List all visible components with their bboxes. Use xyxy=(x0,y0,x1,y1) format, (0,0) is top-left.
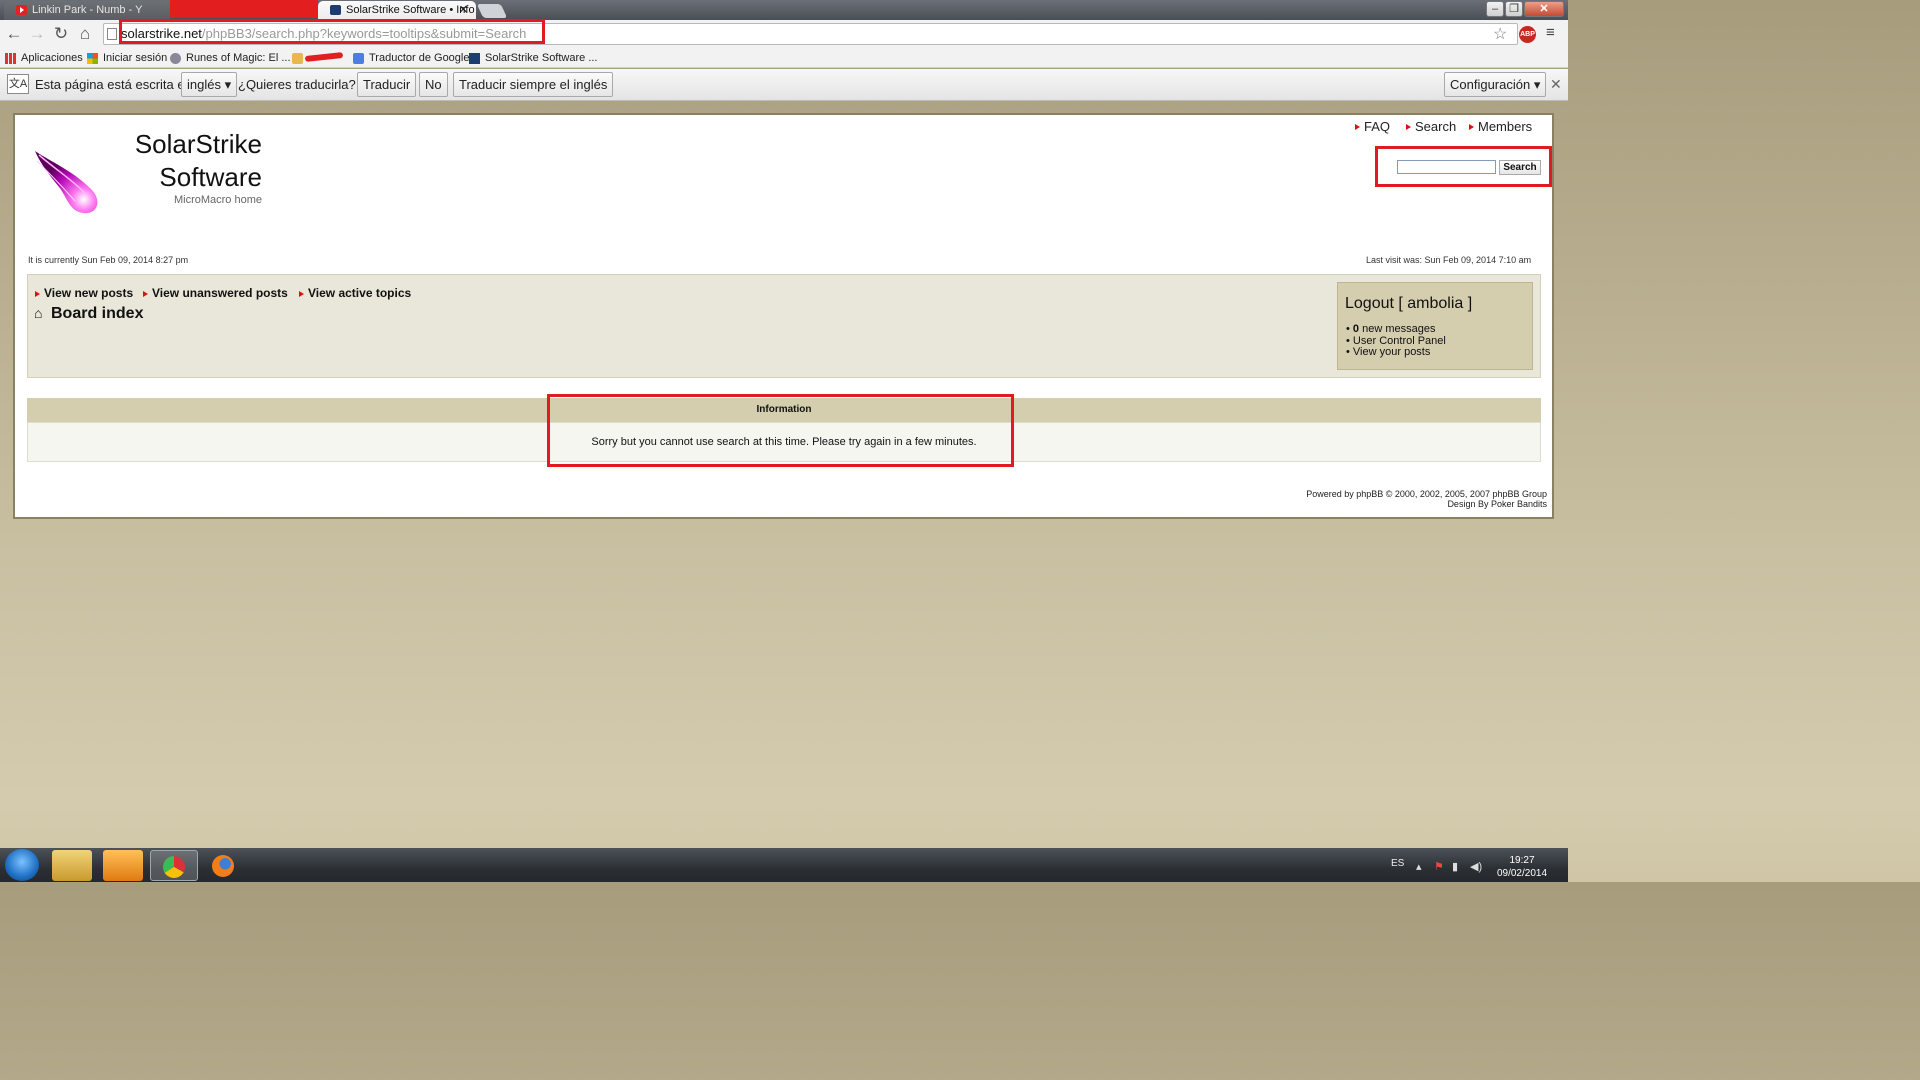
microsoft-icon xyxy=(87,53,98,64)
start-button[interactable] xyxy=(5,849,39,881)
new-messages-link[interactable]: • 0 new messages xyxy=(1346,323,1435,335)
board-index-label: Board index xyxy=(51,305,144,322)
bookmark-label: Aplicaciones xyxy=(21,52,83,64)
apps-grid-icon xyxy=(5,53,16,64)
faq-link[interactable]: FAQ xyxy=(1355,119,1390,134)
board-index-link[interactable]: ⌂ Board index xyxy=(34,305,143,323)
search-link[interactable]: Search xyxy=(1406,119,1456,134)
chevron-down-icon: ▾ xyxy=(224,77,232,92)
firefox-icon[interactable] xyxy=(204,850,244,881)
translate-icon: 文A xyxy=(7,74,29,94)
translate-prompt: Esta página está escrita en xyxy=(35,77,192,92)
clock[interactable]: 19:27 09/02/2014 xyxy=(1493,854,1551,880)
highlight-box-information xyxy=(547,394,1014,467)
tab-title: SolarStrike Software • Info xyxy=(346,4,475,16)
site-title-line2: Software xyxy=(159,162,262,192)
bookmark-label: SolarStrike Software ... xyxy=(485,52,598,64)
translate-question: ¿Quieres traducirla? xyxy=(238,77,356,92)
view-new-posts-link[interactable]: View new posts xyxy=(35,286,133,300)
media-player-icon[interactable] xyxy=(103,850,143,881)
close-icon[interactable]: ✕ xyxy=(1550,76,1562,93)
home-icon[interactable]: ⌂ xyxy=(75,24,95,44)
solarstrike-icon xyxy=(330,5,341,15)
site-title-line1: SolarStrike xyxy=(134,129,262,159)
show-hidden-icons[interactable]: ▴ xyxy=(1416,860,1422,873)
home-icon: ⌂ xyxy=(34,305,43,321)
tab-solarstrike[interactable]: SolarStrike Software • Info ✕ xyxy=(318,1,476,20)
language-indicator[interactable]: ES xyxy=(1391,858,1404,869)
view-active-topics-link[interactable]: View active topics xyxy=(299,286,411,300)
highlight-box-url xyxy=(119,19,545,44)
bookmark-signin[interactable]: Iniciar sesión xyxy=(87,49,167,67)
new-messages-label: new messages xyxy=(1359,323,1436,335)
maximize-button[interactable]: ❐ xyxy=(1505,1,1523,17)
highlight-box-search xyxy=(1375,146,1552,187)
explorer-icon[interactable] xyxy=(52,850,92,881)
solarstrike-icon xyxy=(469,53,480,64)
bookmark-label: Runes of Magic: El ... xyxy=(186,52,291,64)
powered-by: Powered by phpBB © 2000, 2002, 2005, 200… xyxy=(1306,489,1547,499)
language-value: inglés xyxy=(187,77,221,92)
bookmark-star-icon[interactable]: ☆ xyxy=(1493,24,1507,44)
site-description: MicroMacro home xyxy=(173,194,262,206)
volume-icon[interactable]: ◀) xyxy=(1470,860,1482,873)
design-credit: Design By Poker Bandits xyxy=(1447,499,1547,509)
clock-time: 19:27 xyxy=(1509,855,1535,866)
comet-logo-icon xyxy=(35,151,98,214)
minimize-button[interactable]: – xyxy=(1486,1,1504,17)
translate-settings-button[interactable]: Configuración ▾ xyxy=(1444,72,1547,97)
current-time: It is currently Sun Feb 09, 2014 8:27 pm xyxy=(28,255,189,265)
last-visit: Last visit was: Sun Feb 09, 2014 7:10 am xyxy=(1366,255,1532,265)
folder-icon xyxy=(292,53,303,64)
close-window-button[interactable]: ✕ xyxy=(1524,1,1564,17)
translate-icon xyxy=(353,53,364,64)
network-icon[interactable]: ▮ xyxy=(1452,860,1458,873)
adblock-icon[interactable]: ABP xyxy=(1519,26,1536,43)
clock-date: 09/02/2014 xyxy=(1496,868,1548,879)
bookmark-solarstrike[interactable]: SolarStrike Software ... xyxy=(469,49,598,67)
logout-link[interactable]: Logout [ ambolia ] xyxy=(1345,295,1472,313)
page-icon xyxy=(107,28,117,40)
back-icon[interactable]: ← xyxy=(4,24,24,44)
language-select[interactable]: inglés ▾ xyxy=(181,72,238,97)
bookmark-translate[interactable]: Traductor de Google xyxy=(353,49,469,67)
chrome-icon[interactable] xyxy=(150,850,198,881)
bookmark-label: Traductor de Google xyxy=(369,52,470,64)
bookmark-apps[interactable]: Aplicaciones xyxy=(5,49,83,67)
youtube-icon xyxy=(16,5,27,15)
no-translate-button[interactable]: No xyxy=(419,72,448,97)
tab-title: Linkin Park - Numb - Y xyxy=(32,4,143,16)
always-translate-button[interactable]: Traducir siempre el inglés xyxy=(453,72,614,97)
tab-linkin-park[interactable]: Linkin Park - Numb - Y xyxy=(4,1,170,20)
view-unanswered-posts-link[interactable]: View unanswered posts xyxy=(143,286,288,300)
close-tab-icon[interactable]: ✕ xyxy=(459,1,468,19)
translate-button[interactable]: Traducir xyxy=(357,72,417,97)
tab-strip-red-mark xyxy=(170,0,318,18)
settings-label: Configuración xyxy=(1450,77,1531,92)
reload-icon[interactable]: ↻ xyxy=(51,24,71,44)
action-center-icon[interactable]: ⚑ xyxy=(1434,860,1444,873)
your-posts-label: View your posts xyxy=(1352,346,1431,358)
runes-icon xyxy=(170,53,181,64)
site-title[interactable]: SolarStrike Software xyxy=(122,128,262,194)
bookmark-label: Iniciar sesión xyxy=(103,52,168,64)
forward-icon[interactable]: → xyxy=(27,24,47,44)
chevron-down-icon: ▾ xyxy=(1533,77,1541,92)
menu-icon[interactable]: ≡ xyxy=(1546,24,1555,41)
view-your-posts-link[interactable]: • View your posts xyxy=(1346,346,1430,358)
bookmark-runes[interactable]: Runes of Magic: El ... xyxy=(170,49,291,67)
members-link[interactable]: Members xyxy=(1469,119,1532,134)
